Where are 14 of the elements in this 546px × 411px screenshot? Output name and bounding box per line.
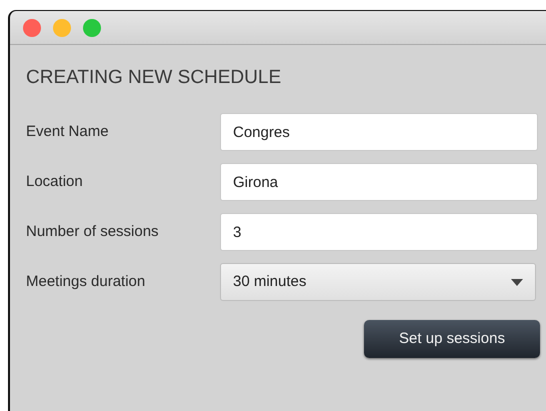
input-field[interactable]: Congres xyxy=(220,113,538,151)
field-label: Meetings duration xyxy=(26,272,146,292)
input-field[interactable]: 3 xyxy=(220,213,538,251)
input-field[interactable]: Girona xyxy=(220,163,538,201)
field-label: Number of sessions xyxy=(26,222,160,242)
window-control-button[interactable] xyxy=(83,18,101,36)
window-control-button[interactable] xyxy=(23,18,41,36)
setup-sessions-button[interactable]: Set up sessions xyxy=(364,320,540,358)
duration-dropdown[interactable]: 30 minutes xyxy=(220,263,536,301)
field-label: Event Name xyxy=(26,122,110,142)
caret-icon xyxy=(511,278,523,286)
window-control-button[interactable] xyxy=(53,18,71,36)
form-heading: CREATING NEW SCHEDULE xyxy=(26,66,282,90)
field-label: Location xyxy=(26,172,84,192)
